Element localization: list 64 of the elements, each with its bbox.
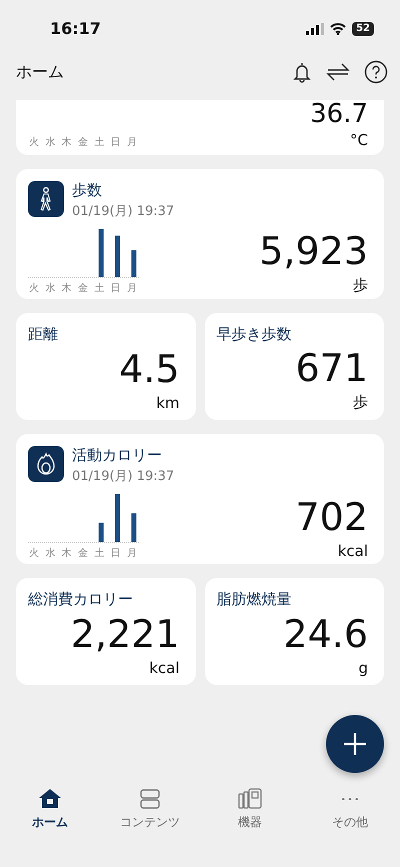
swap-arrows-icon <box>326 62 350 82</box>
weekday-label: 火 <box>28 136 40 149</box>
weekday-label: 火 <box>28 546 40 560</box>
tab-button[interactable]: 機器 <box>200 787 300 832</box>
timestamp: 01/19(月) 19:37 <box>72 203 174 220</box>
add-button[interactable] <box>326 715 384 773</box>
page-title: ホーム <box>16 62 64 82</box>
plus-icon <box>343 732 367 756</box>
weekday-label: 土 <box>93 546 106 560</box>
weekday-label: 月 <box>126 282 138 295</box>
flame-icon <box>28 446 64 482</box>
stacked-panels-icon <box>138 788 162 810</box>
weekday-label: 土 <box>93 282 106 295</box>
unit-label: g <box>358 659 368 677</box>
card-title: 早歩き歩数 <box>216 325 292 344</box>
wifi-icon <box>330 23 346 35</box>
weekday-label: 木 <box>60 546 73 560</box>
weekday-label: 木 <box>60 136 73 149</box>
devices-icon <box>238 788 262 810</box>
weekday-label: 月 <box>126 136 138 149</box>
tab-button[interactable]: コンテンツ <box>100 787 200 832</box>
weekday-label: 水 <box>44 546 56 560</box>
metric-value: 2,221 <box>70 613 180 655</box>
weekday-label: 金 <box>77 136 90 149</box>
weekday-label: 日 <box>110 547 122 560</box>
help-button[interactable] <box>362 58 390 86</box>
weekday-label: 火 <box>28 282 40 295</box>
unit-label: kcal <box>149 659 180 677</box>
home-icon <box>38 788 62 810</box>
help-icon <box>364 60 388 84</box>
unit-label: 歩 <box>353 276 368 295</box>
timestamp: 01/19(月) 19:37 <box>72 468 174 485</box>
metric-value: 5,923 <box>259 230 368 272</box>
metric-value: 702 <box>295 496 368 538</box>
unit-label: 歩 <box>353 393 368 412</box>
unit-label: km <box>156 394 180 412</box>
signal-icon <box>306 23 324 35</box>
weekday-label: 月 <box>126 547 138 560</box>
card-title: 活動カロリー <box>72 446 163 465</box>
bell-icon <box>292 61 312 83</box>
weekday-label: 日 <box>110 282 122 295</box>
unit-label: kcal <box>338 542 368 560</box>
weekday-label: 金 <box>77 547 90 560</box>
metric-value: 24.6 <box>283 613 368 655</box>
weekday-label: 木 <box>60 282 73 295</box>
metric-value: 671 <box>295 347 368 389</box>
unit-label: °C <box>350 131 368 149</box>
status-time: 16:17 <box>50 19 101 40</box>
metric-value: 4.5 <box>119 348 180 390</box>
weekday-label: 土 <box>93 136 106 149</box>
walking-person-icon <box>28 181 64 217</box>
battery-indicator: 52 <box>352 22 374 36</box>
card-title: 距離 <box>28 325 59 344</box>
weekday-label: 水 <box>44 282 56 295</box>
weekday-label: 水 <box>44 136 56 149</box>
tab-button[interactable]: その他 <box>300 787 400 832</box>
tab-button[interactable]: ホーム <box>0 787 100 832</box>
weekday-label: 金 <box>77 282 90 295</box>
weekday-label: 日 <box>110 136 122 149</box>
temperature-value: 36.7 <box>310 101 368 127</box>
card-title: 総消費カロリー <box>28 590 134 609</box>
card-title: 歩数 <box>72 181 103 200</box>
more-icon <box>342 798 358 800</box>
card-title: 脂肪燃焼量 <box>216 590 292 609</box>
